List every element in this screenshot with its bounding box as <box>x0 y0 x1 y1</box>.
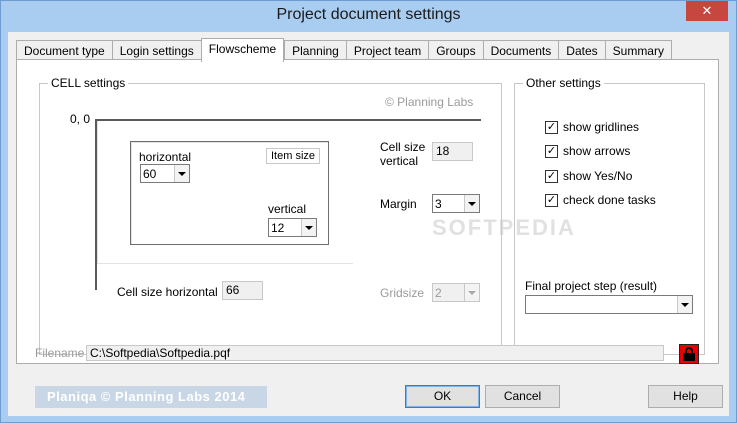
horizontal-select[interactable]: 60 <box>140 164 190 183</box>
show-gridlines-checkbox[interactable]: ✓ show gridlines <box>545 120 639 134</box>
softpedia-watermark: SOFTPEDIA <box>432 215 576 240</box>
checkbox-check-icon[interactable]: ✓ <box>545 193 558 207</box>
check-done-tasks-checkbox[interactable]: ✓ check done tasks <box>545 193 656 207</box>
margin-label: Margin <box>380 197 417 211</box>
gridsize-select: 2 <box>432 283 480 302</box>
chevron-down-icon[interactable] <box>174 165 189 182</box>
dialog-client: Document type Login settings Flowscheme … <box>8 32 729 416</box>
cell-size-vertical-label-line1: Cell size <box>380 140 426 154</box>
show-gridlines-label: show gridlines <box>563 120 640 134</box>
filename-field: C:\Softpedia\Softpedia.pqf <box>86 345 664 361</box>
final-project-step-label: Final project step (result) <box>525 279 658 293</box>
cell-size-vertical-field: 18 <box>432 142 473 161</box>
margin-select[interactable]: 3 <box>432 194 480 213</box>
copyright-label: © Planning Labs <box>385 95 474 109</box>
vertical-select-value: 12 <box>271 220 285 235</box>
brand-strip: Planiqa © Planning Labs 2014 <box>35 386 267 408</box>
chevron-down-icon <box>464 284 479 301</box>
ok-button[interactable]: OK <box>405 385 480 408</box>
lock-icon[interactable] <box>679 344 699 364</box>
tab-bar: Document type Login settings Flowscheme … <box>16 38 672 62</box>
gridsize-select-value: 2 <box>435 285 442 300</box>
chevron-down-icon[interactable] <box>464 195 479 212</box>
tab-planning[interactable]: Planning <box>284 40 346 61</box>
margin-select-value: 3 <box>435 196 442 211</box>
cell-size-horizontal-label: Cell size horizontal <box>117 285 218 299</box>
final-project-step-select[interactable] <box>525 295 693 314</box>
tab-login-settings[interactable]: Login settings <box>111 40 201 61</box>
cell-size-vertical-label-line2: vertical <box>380 154 419 168</box>
tab-documents[interactable]: Documents <box>482 40 559 61</box>
checkbox-check-icon[interactable]: ✓ <box>545 120 558 134</box>
tab-dates[interactable]: Dates <box>558 40 605 61</box>
gridsize-label: Gridsize <box>380 286 425 300</box>
tab-flowscheme[interactable]: Flowscheme <box>200 38 285 62</box>
help-button[interactable]: Help <box>648 385 723 408</box>
cell-preview-inner: horizontal Item size 60 vertical 12 <box>130 141 329 245</box>
checkbox-check-icon[interactable]: ✓ <box>545 144 558 158</box>
close-button[interactable]: ✕ <box>686 1 728 21</box>
check-done-tasks-label: check done tasks <box>563 193 656 207</box>
tab-project-team[interactable]: Project team <box>345 40 429 61</box>
origin-label: 0, 0 <box>70 112 91 126</box>
lock-body <box>683 353 695 361</box>
show-arrows-label: show arrows <box>563 144 631 158</box>
flowscheme-panel: CELL settings © Planning Labs 0, 0 horiz… <box>16 59 719 364</box>
checkbox-check-icon[interactable]: ✓ <box>545 169 558 183</box>
cell-size-horizontal-field: 66 <box>222 281 263 300</box>
tab-document-type[interactable]: Document type <box>16 40 112 61</box>
dialog-window: Project document settings ✕ Document typ… <box>0 0 737 423</box>
show-arrows-checkbox[interactable]: ✓ show arrows <box>545 144 630 158</box>
chevron-down-icon[interactable] <box>677 296 692 313</box>
vertical-label: vertical <box>268 202 307 216</box>
horizontal-label: horizontal <box>139 150 192 164</box>
show-yes-no-label: show Yes/No <box>563 169 633 183</box>
tab-groups[interactable]: Groups <box>428 40 483 61</box>
item-size-label: Item size <box>266 148 321 164</box>
cell-settings-legend: CELL settings <box>48 76 129 90</box>
other-settings-legend: Other settings <box>523 76 604 90</box>
window-title: Project document settings <box>276 6 461 23</box>
tab-summary[interactable]: Summary <box>604 40 672 61</box>
horizontal-select-value: 60 <box>143 166 157 181</box>
chevron-down-icon[interactable] <box>301 219 316 236</box>
show-yes-no-checkbox[interactable]: ✓ show Yes/No <box>545 169 632 183</box>
cancel-button[interactable]: Cancel <box>485 385 560 408</box>
title-bar: Project document settings ✕ <box>1 1 736 32</box>
filename-label: Filename <box>35 346 85 360</box>
vertical-select[interactable]: 12 <box>268 218 317 237</box>
